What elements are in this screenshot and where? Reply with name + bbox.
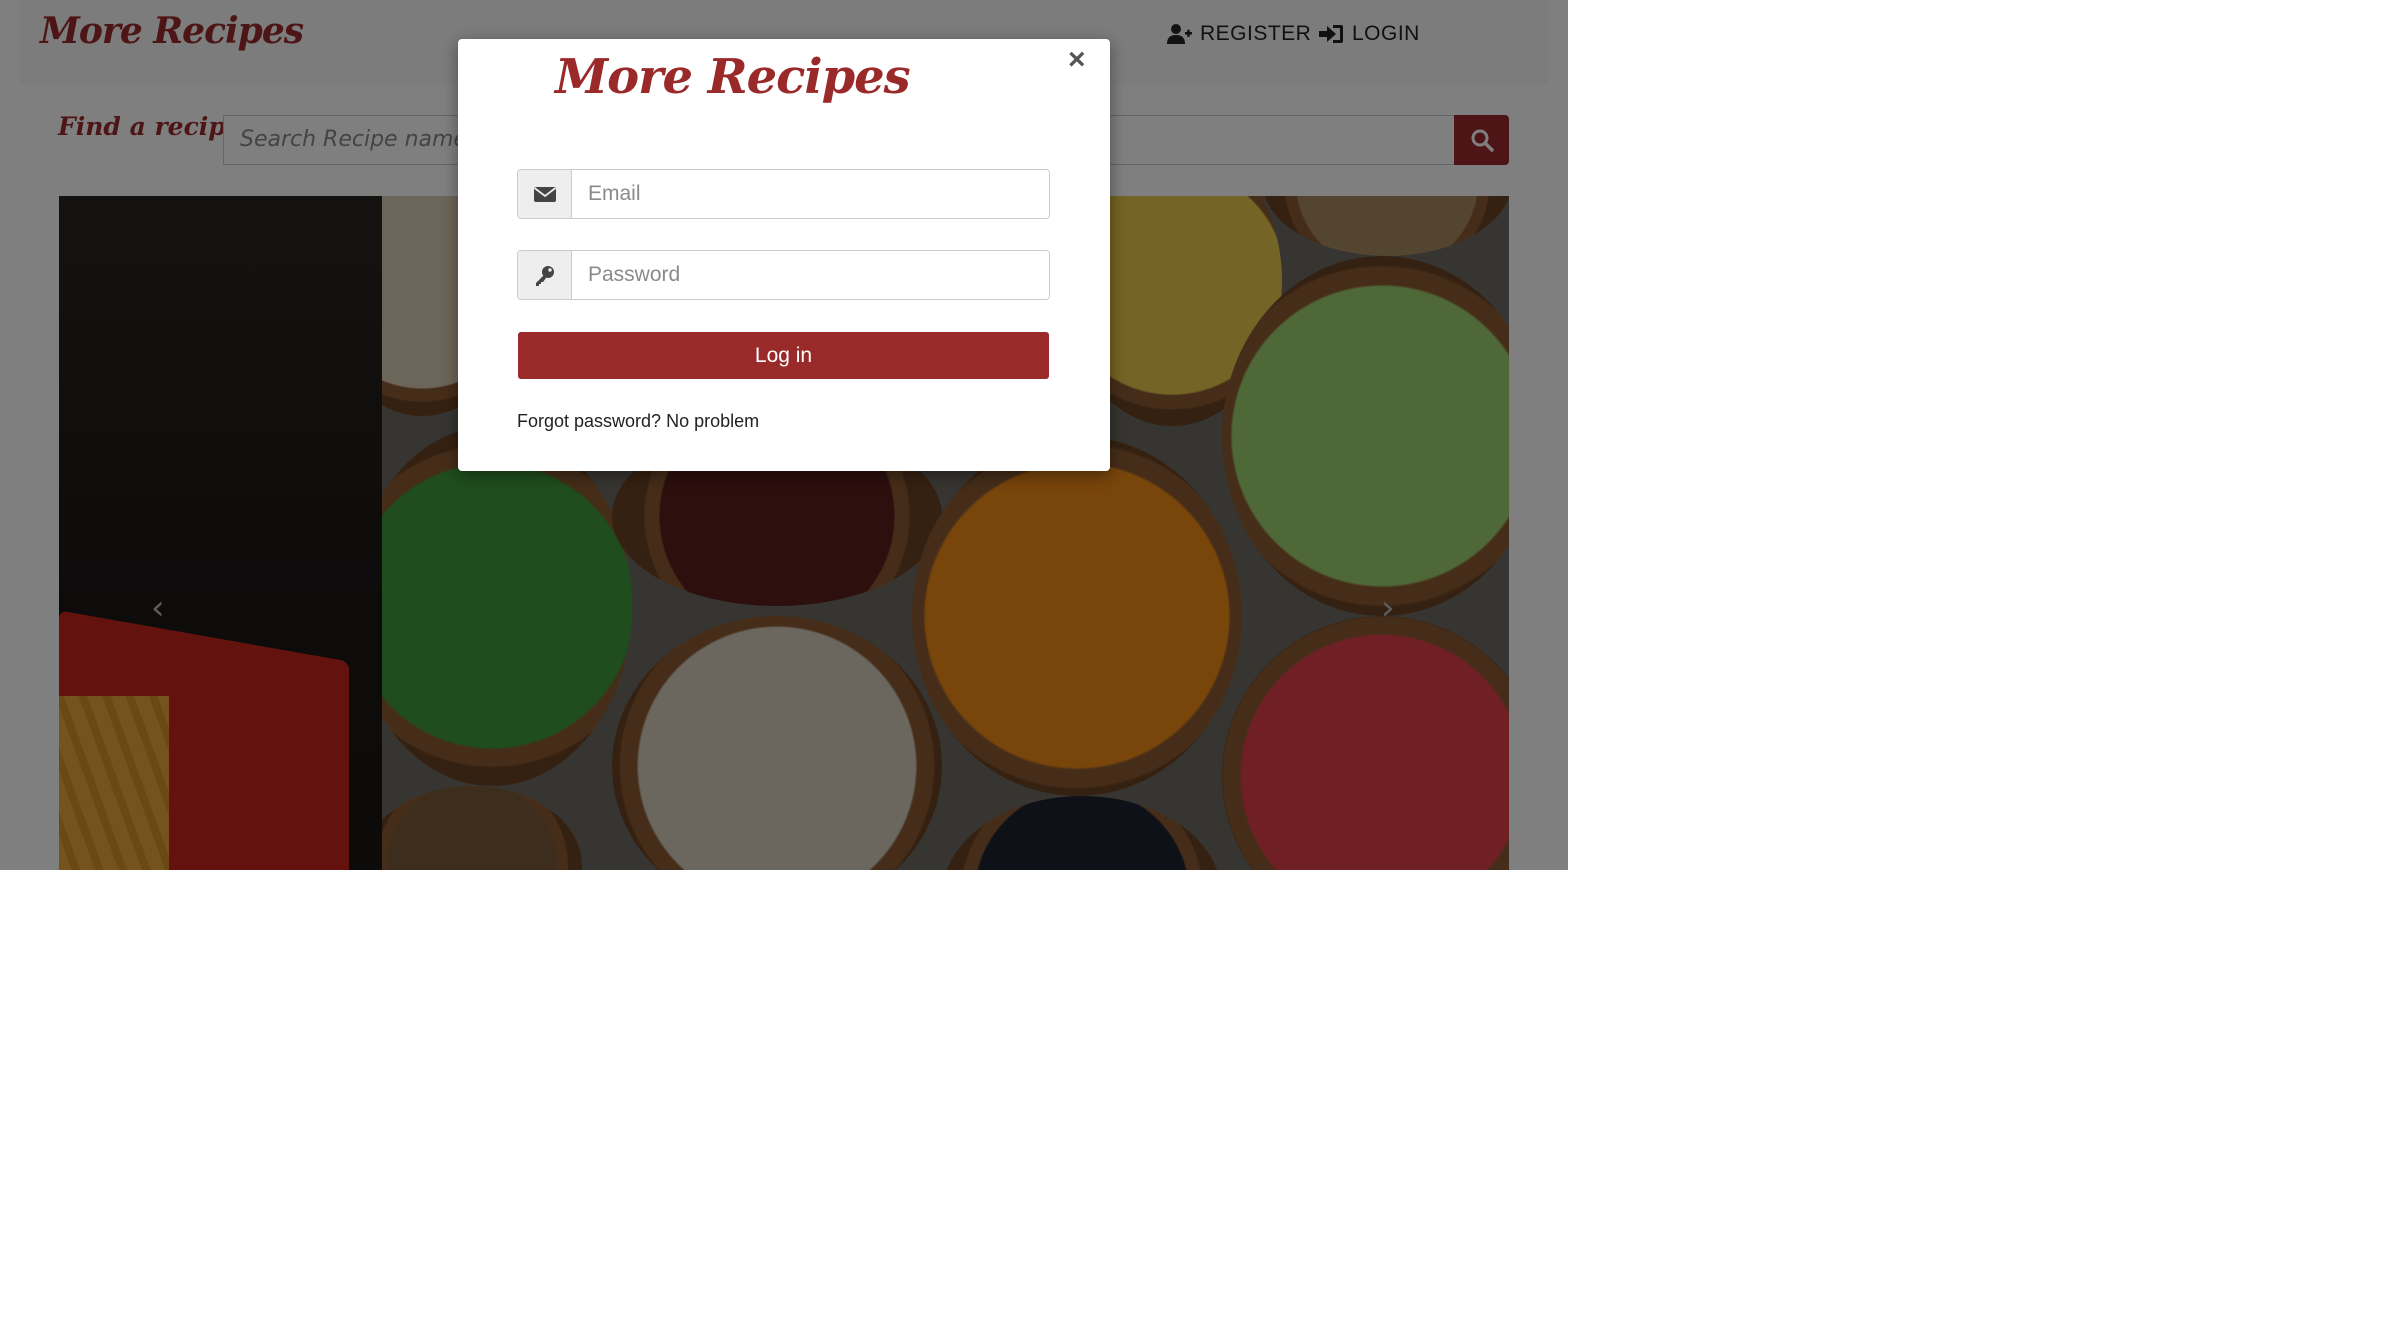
email-field[interactable] — [572, 170, 1049, 218]
password-addon — [518, 251, 572, 299]
close-icon[interactable]: × — [1068, 43, 1086, 77]
key-icon — [535, 266, 554, 286]
password-input-group — [517, 250, 1050, 300]
modal-title: More Recipes — [555, 49, 911, 105]
email-addon — [518, 170, 572, 218]
forgot-password-link[interactable]: Forgot password? No problem — [517, 411, 759, 432]
login-button[interactable]: Log in — [518, 332, 1049, 379]
login-modal: More Recipes × Log in Forgot password? N… — [458, 39, 1110, 471]
password-field[interactable] — [572, 251, 1049, 299]
email-input-group — [517, 169, 1050, 219]
envelope-icon — [533, 187, 556, 202]
